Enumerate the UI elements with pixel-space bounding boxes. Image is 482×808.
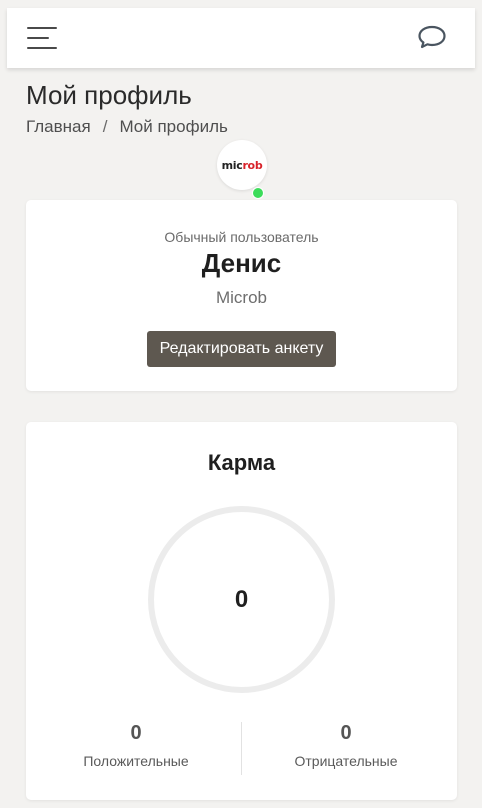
user-company: Microb [215, 288, 267, 307]
profile-card: Обычный пользователь Денис Microb Редакт… [26, 200, 457, 391]
online-status-indicator [252, 187, 264, 199]
karma-title: Карма [207, 450, 276, 475]
stat-divider [241, 722, 242, 775]
page-title: Мой профиль [26, 80, 192, 110]
user-role: Обычный пользователь [164, 229, 319, 245]
karma-negative-label: Отрицательные [294, 753, 398, 769]
hamburger-menu-icon[interactable] [27, 25, 57, 51]
karma-positive: 0 Положительные [56, 722, 216, 769]
karma-positive-label: Положительные [83, 753, 189, 769]
avatar[interactable]: microb [217, 140, 267, 190]
breadcrumb-home-link[interactable]: Главная [26, 117, 91, 137]
karma-negative-count: 0 [340, 722, 352, 744]
breadcrumb-separator: / [102, 117, 108, 136]
breadcrumb-current: Мой профиль [119, 117, 228, 136]
edit-profile-button[interactable]: Редактировать анкету [147, 331, 336, 367]
user-name: Денис [201, 248, 282, 278]
company-logo: microb [221, 158, 263, 172]
karma-total: 0 [234, 585, 249, 613]
chat-bubble-icon[interactable] [417, 24, 447, 50]
breadcrumb: Главная / Мой профиль [26, 117, 228, 137]
top-bar [7, 8, 475, 68]
karma-positive-count: 0 [130, 722, 142, 744]
karma-negative: 0 Отрицательные [266, 722, 426, 769]
karma-card: Карма 0 0 Положительные 0 Отрицательные [26, 422, 457, 800]
